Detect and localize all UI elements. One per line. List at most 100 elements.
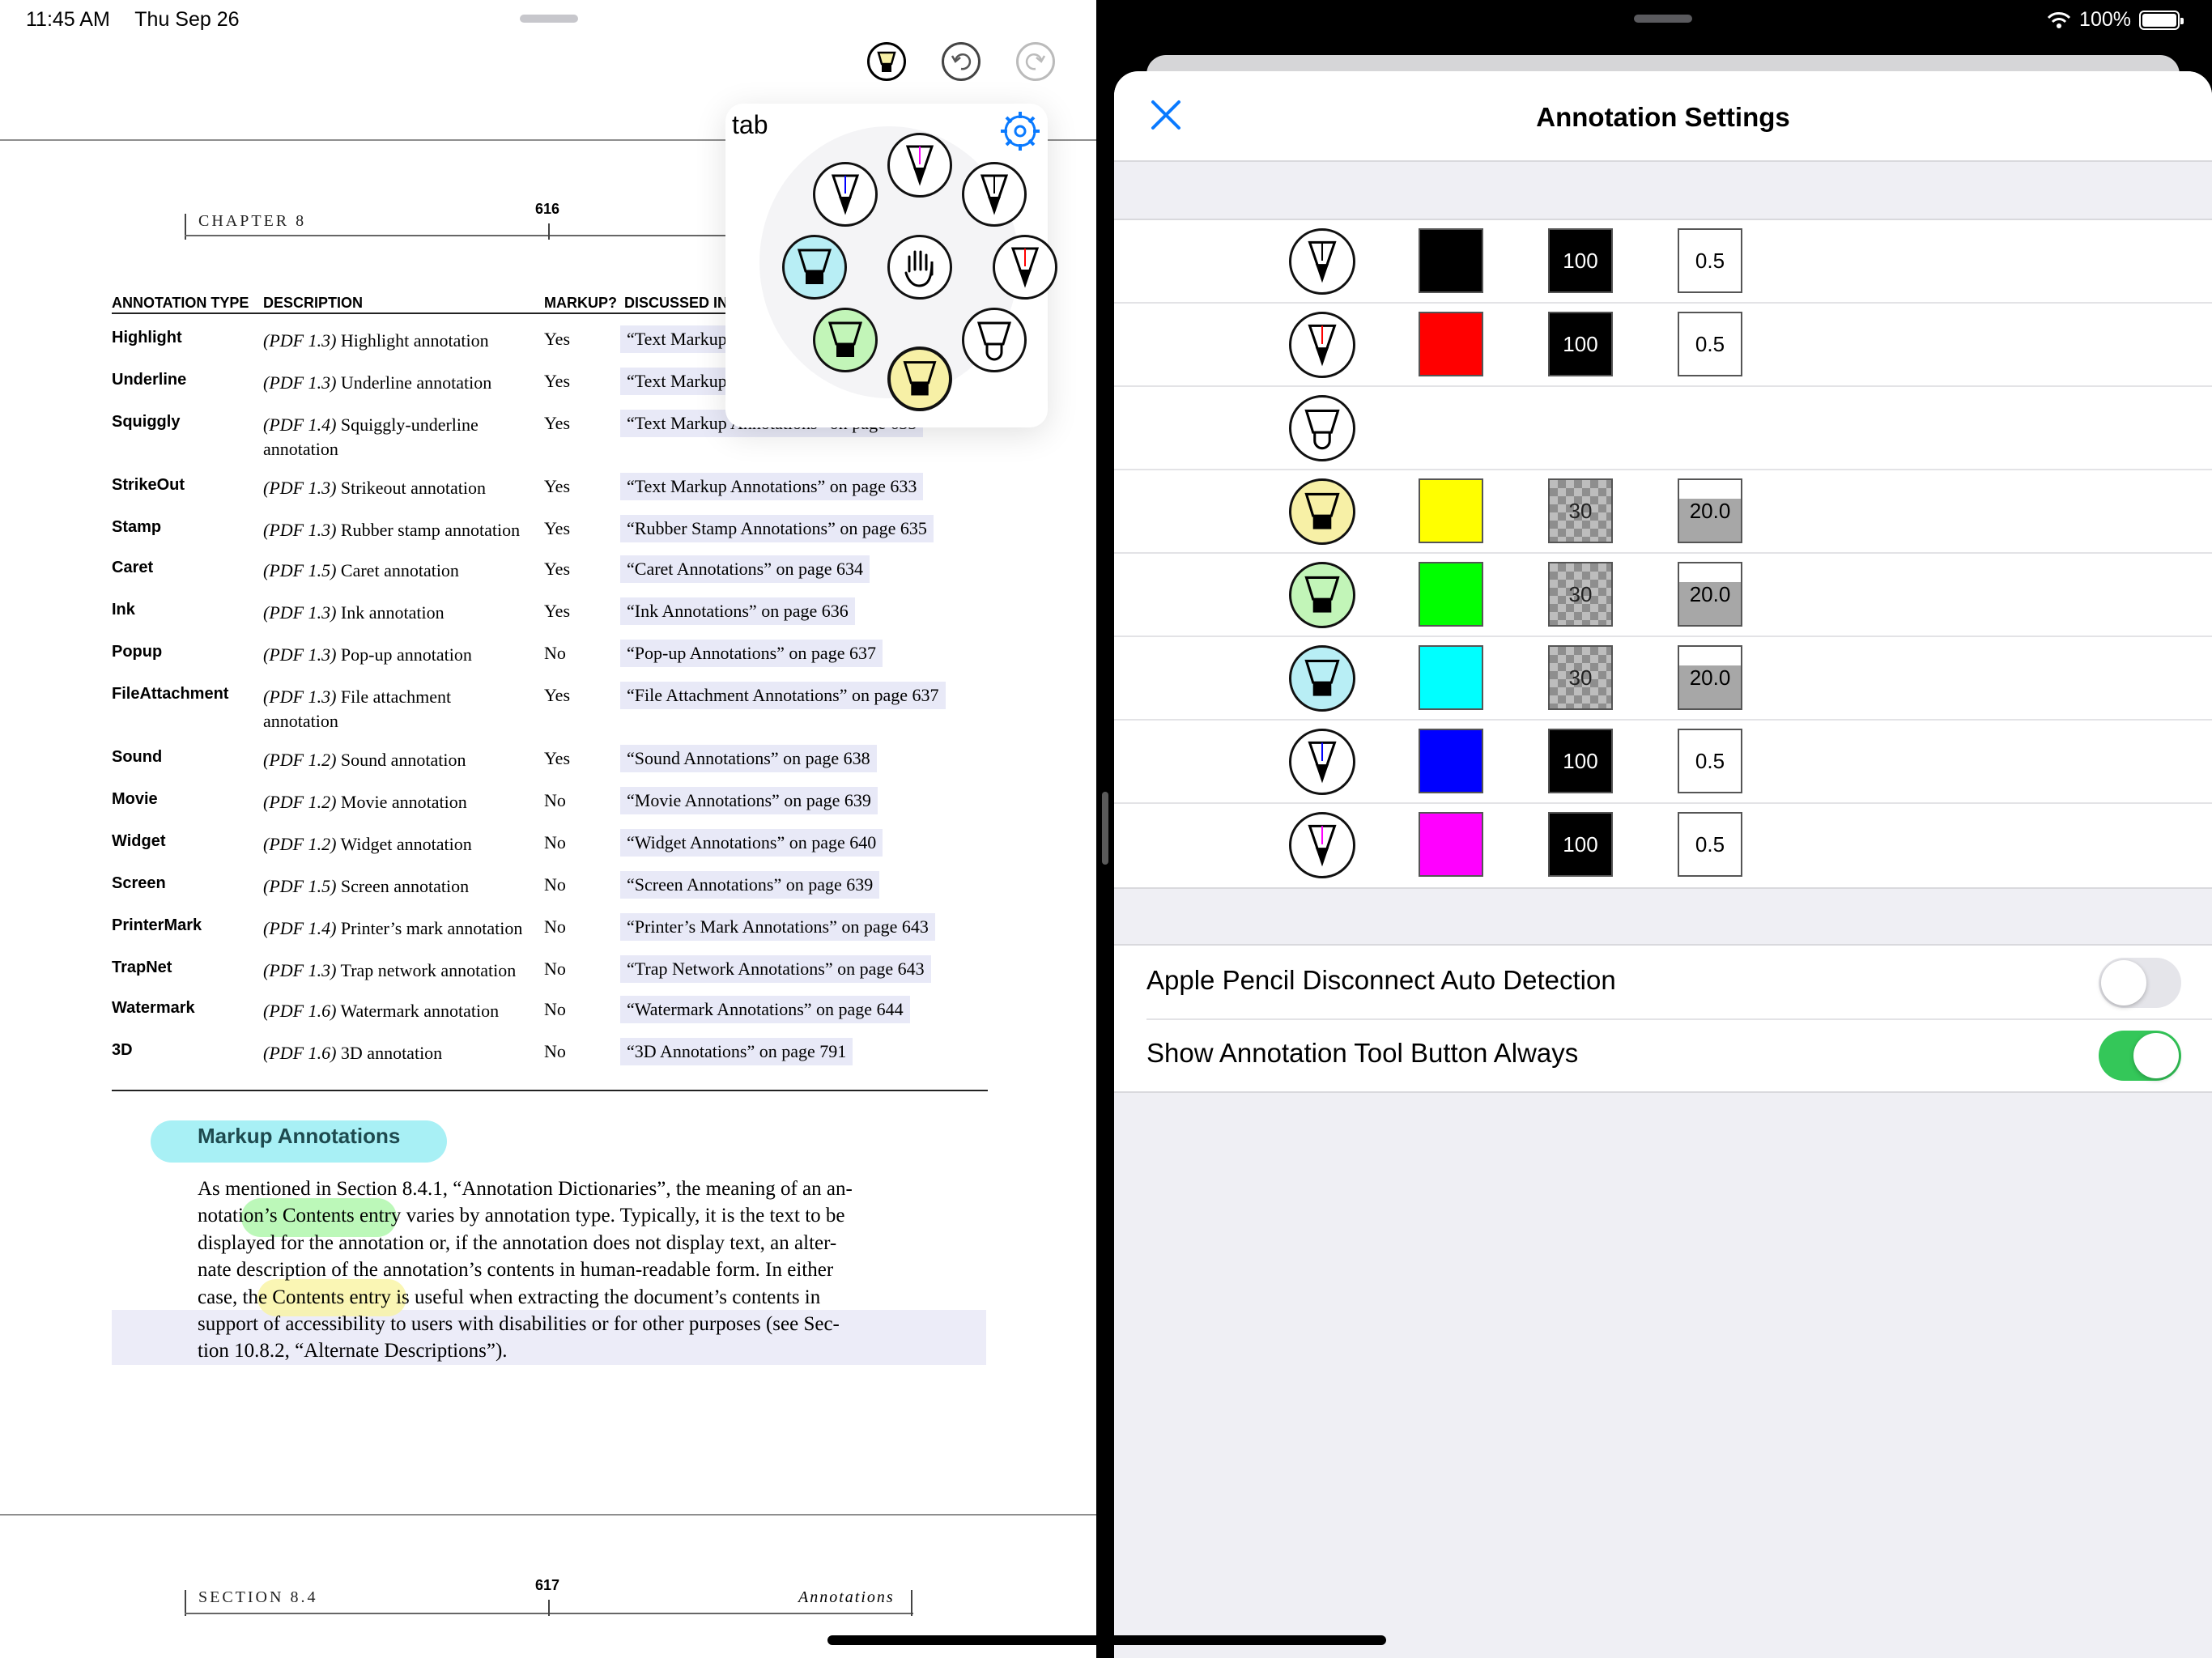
paragraph-line: case, the Contents entry is useful when … <box>198 1286 821 1308</box>
opacity-value[interactable]: 100 <box>1548 729 1613 793</box>
pdf-version: (PDF 1.3) <box>263 960 337 980</box>
tool-icon-button[interactable] <box>1289 729 1355 795</box>
opacity-value[interactable]: 30 <box>1548 478 1613 543</box>
status-date: Thu Sep 26 <box>134 8 240 31</box>
line-width-value[interactable]: 20.0 <box>1678 562 1742 627</box>
col-header-type: ANNOTATION TYPE <box>112 295 249 311</box>
tool-setting-row[interactable]: 30 20.0 <box>1114 470 2212 554</box>
cell-markup: No <box>544 832 566 852</box>
header-tick <box>548 223 550 240</box>
tool-icon-button[interactable] <box>1289 645 1355 712</box>
line-width-value[interactable]: 20.0 <box>1678 645 1742 710</box>
table-row: Caret (PDF 1.5) Caret annotation Yes “Caret… <box>112 555 988 601</box>
cell-discussed-link[interactable]: “Rubber Stamp Annotations” on page 635 <box>620 515 934 542</box>
show-tool-button-switch[interactable] <box>2099 1031 2181 1081</box>
cell-discussed-link[interactable]: “Widget Annotations” on page 640 <box>620 829 883 857</box>
cell-discussed-link[interactable]: “Screen Annotations” on page 639 <box>620 871 880 899</box>
tool-icon-button[interactable] <box>1289 395 1355 461</box>
line-width-value[interactable]: 0.5 <box>1678 228 1742 293</box>
cell-markup: Yes <box>544 476 571 496</box>
color-swatch[interactable] <box>1419 228 1483 293</box>
tool-pen-red[interactable] <box>993 235 1057 300</box>
tool-hand[interactable] <box>887 235 952 300</box>
opacity-value[interactable]: 100 <box>1548 812 1613 877</box>
color-swatch[interactable] <box>1419 562 1483 627</box>
tool-setting-row[interactable]: 100 0.5 <box>1114 804 2212 887</box>
color-swatch[interactable] <box>1419 645 1483 710</box>
hand-icon <box>904 250 934 287</box>
multitask-grabber[interactable] <box>520 15 578 23</box>
line-width-value[interactable]: 0.5 <box>1678 729 1742 793</box>
tool-setting-row[interactable]: 30 20.0 <box>1114 637 2212 721</box>
annotation-tool-button[interactable] <box>867 42 906 81</box>
redo-icon <box>1025 53 1046 70</box>
opacity-value[interactable]: 100 <box>1548 312 1613 376</box>
description-text: Widget annotation <box>340 834 472 854</box>
gear-icon[interactable] <box>998 108 1043 154</box>
description-text: Pop-up annotation <box>340 644 472 665</box>
cell-markup: No <box>544 1041 566 1061</box>
tool-icon-button[interactable] <box>1289 228 1355 295</box>
undo-button[interactable] <box>942 42 981 81</box>
opacity-value[interactable]: 30 <box>1548 645 1613 710</box>
tool-icon-button[interactable] <box>1289 478 1355 545</box>
pen-icon <box>1308 240 1337 283</box>
pencil-detection-switch[interactable] <box>2099 958 2181 1008</box>
color-swatch[interactable] <box>1419 312 1483 376</box>
tool-highlighter-yellow-selected[interactable] <box>887 346 952 411</box>
color-swatch[interactable] <box>1419 729 1483 793</box>
cell-discussed-link[interactable]: “Text Markup Annotations” on page 633 <box>620 473 924 500</box>
pdf-version: (PDF 1.5) <box>263 560 337 580</box>
opacity-value[interactable]: 30 <box>1548 562 1613 627</box>
cell-markup: Yes <box>544 518 571 538</box>
line-width-value[interactable]: 0.5 <box>1678 312 1742 376</box>
tool-icon-button[interactable] <box>1289 812 1355 878</box>
cell-description: (PDF 1.3) Highlight annotation <box>263 329 542 353</box>
split-view-handle[interactable] <box>1102 792 1108 865</box>
redo-button[interactable] <box>1016 42 1055 81</box>
cell-discussed-link[interactable]: “Trap Network Annotations” on page 643 <box>620 955 931 983</box>
cell-type: Screen <box>112 874 166 892</box>
pen-icon <box>1010 247 1040 288</box>
tool-pen-blue[interactable] <box>813 162 878 227</box>
tool-icon-button[interactable] <box>1289 312 1355 378</box>
cell-description: (PDF 1.4) Squiggly-underline annotation <box>263 413 542 461</box>
home-indicator[interactable] <box>827 1635 1386 1645</box>
switch-knob <box>2133 1033 2179 1078</box>
color-swatch[interactable] <box>1419 812 1483 877</box>
tool-pen-magenta[interactable] <box>887 133 952 198</box>
tool-setting-row[interactable] <box>1114 387 2212 470</box>
cell-description: (PDF 1.3) File attachment annotation <box>263 685 542 733</box>
description-text: Ink annotation <box>340 602 445 623</box>
cell-type: Stamp <box>112 518 162 536</box>
tool-eraser[interactable] <box>962 308 1027 372</box>
opacity-value[interactable]: 100 <box>1548 228 1613 293</box>
cell-discussed-link[interactable]: “Watermark Annotations” on page 644 <box>620 996 910 1023</box>
cell-discussed-link[interactable]: “Movie Annotations” on page 639 <box>620 787 878 814</box>
color-swatch[interactable] <box>1419 478 1483 543</box>
cell-discussed-link[interactable]: “Sound Annotations” on page 638 <box>620 745 877 772</box>
cell-discussed-link[interactable]: “Pop-up Annotations” on page 637 <box>620 640 883 667</box>
tool-highlighter-green[interactable] <box>813 308 878 372</box>
cell-discussed-link[interactable]: “3D Annotations” on page 791 <box>620 1038 853 1065</box>
tool-setting-row[interactable]: 100 0.5 <box>1114 220 2212 304</box>
table-row: StrikeOut (PDF 1.3) Strikeout annotation Y… <box>112 473 988 518</box>
multitask-grabber[interactable] <box>1634 15 1692 23</box>
toggle-label: Show Annotation Tool Button Always <box>1146 1038 1579 1068</box>
line-width-value[interactable]: 0.5 <box>1678 812 1742 877</box>
cell-discussed-link[interactable]: “Ink Annotations” on page 636 <box>620 597 855 625</box>
tool-highlighter-cyan[interactable] <box>782 235 847 300</box>
tool-setting-row[interactable]: 100 0.5 <box>1114 304 2212 387</box>
cell-discussed-link[interactable]: “File Attachment Annotations” on page 63… <box>620 682 946 709</box>
line-width-value[interactable]: 20.0 <box>1678 478 1742 543</box>
tool-setting-row[interactable]: 30 20.0 <box>1114 554 2212 637</box>
cell-discussed-link[interactable]: “Caret Annotations” on page 634 <box>620 555 870 583</box>
toggle-settings-list: Apple Pencil Disconnect Auto Detection S… <box>1114 944 2212 1093</box>
cell-discussed-link[interactable]: “Printer’s Mark Annotations” on page 643 <box>620 913 935 941</box>
battery-percent: 100% <box>2079 8 2131 31</box>
cell-description: (PDF 1.6) 3D annotation <box>263 1041 542 1065</box>
cell-markup: No <box>544 790 566 810</box>
tool-pen-black[interactable] <box>962 162 1027 227</box>
tool-icon-button[interactable] <box>1289 562 1355 628</box>
tool-setting-row[interactable]: 100 0.5 <box>1114 721 2212 804</box>
